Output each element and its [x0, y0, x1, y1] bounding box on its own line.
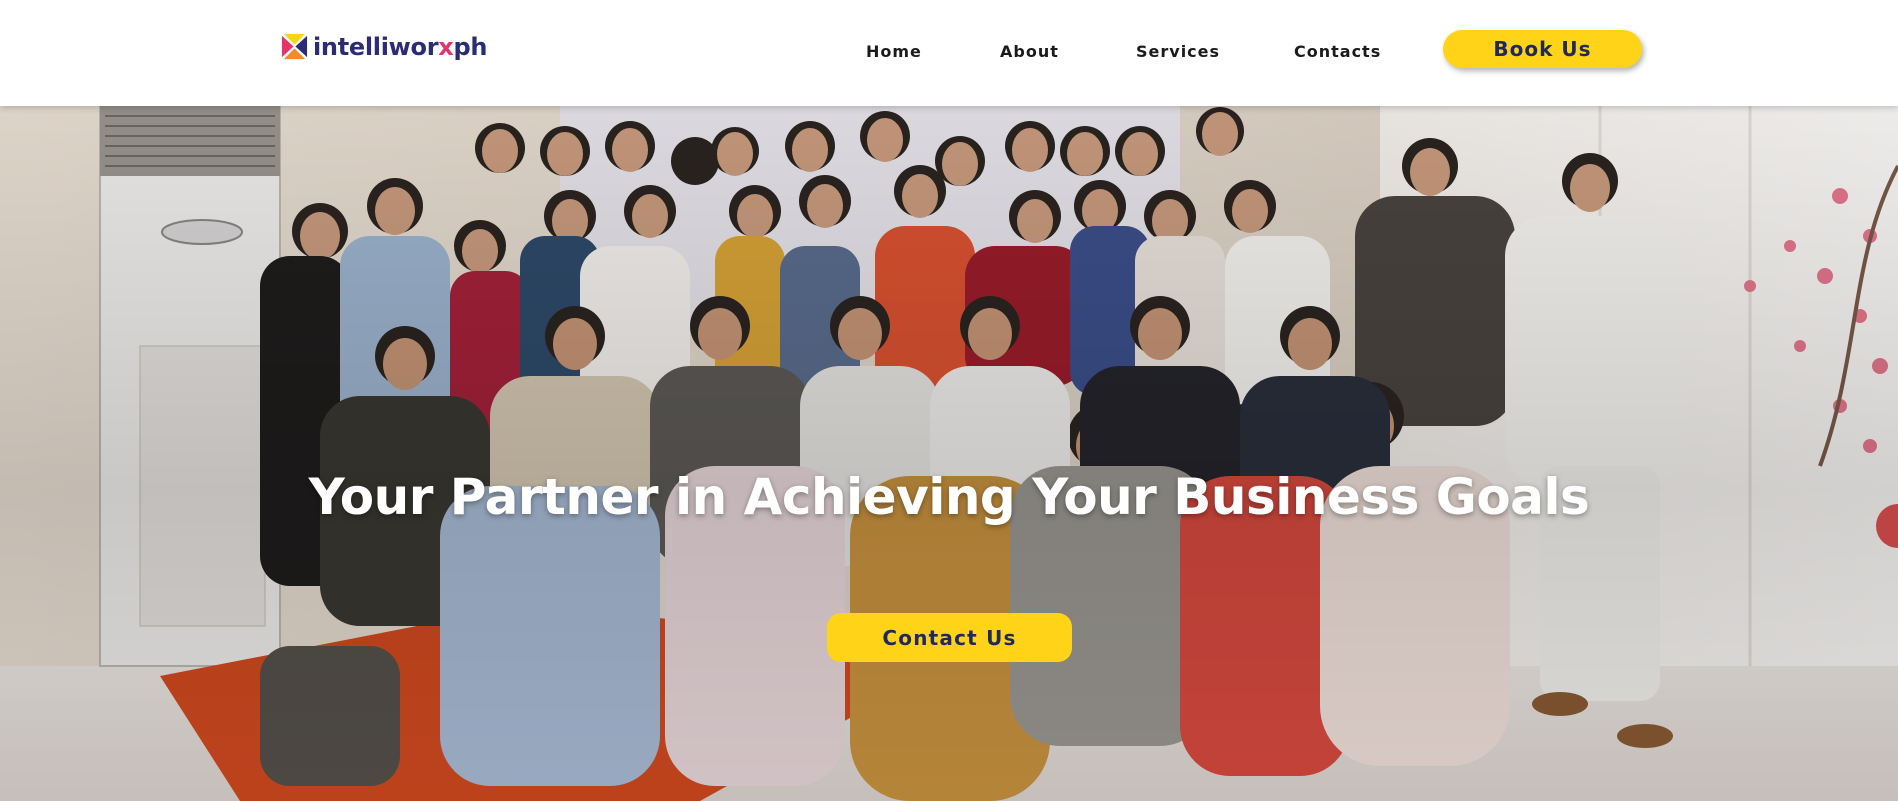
nav-home[interactable]: Home: [866, 42, 922, 61]
nav-about[interactable]: About: [1000, 42, 1059, 61]
site-header: intelliworx ph Home About Services Conta…: [0, 0, 1898, 106]
team-group-photo: [0, 106, 1898, 801]
logo-text-x: x: [438, 32, 454, 61]
book-us-button[interactable]: Book Us: [1443, 30, 1642, 68]
hero-section: Your Partner in Achieving Your Business …: [0, 106, 1898, 801]
page: intelliworx ph Home About Services Conta…: [0, 0, 1898, 801]
logo-text: intelliworx ph: [313, 33, 487, 61]
contact-us-button[interactable]: Contact Us: [827, 613, 1072, 662]
logo-link[interactable]: intelliworx ph: [280, 32, 487, 61]
hero-title: Your Partner in Achieving Your Business …: [308, 468, 1590, 526]
nav-services[interactable]: Services: [1136, 42, 1220, 61]
intelliworx-logo-icon: [281, 33, 308, 60]
logo-text-suffix: ph: [453, 32, 488, 61]
nav-contacts[interactable]: Contacts: [1294, 42, 1381, 61]
logo-text-main: intelliworx: [313, 32, 454, 61]
